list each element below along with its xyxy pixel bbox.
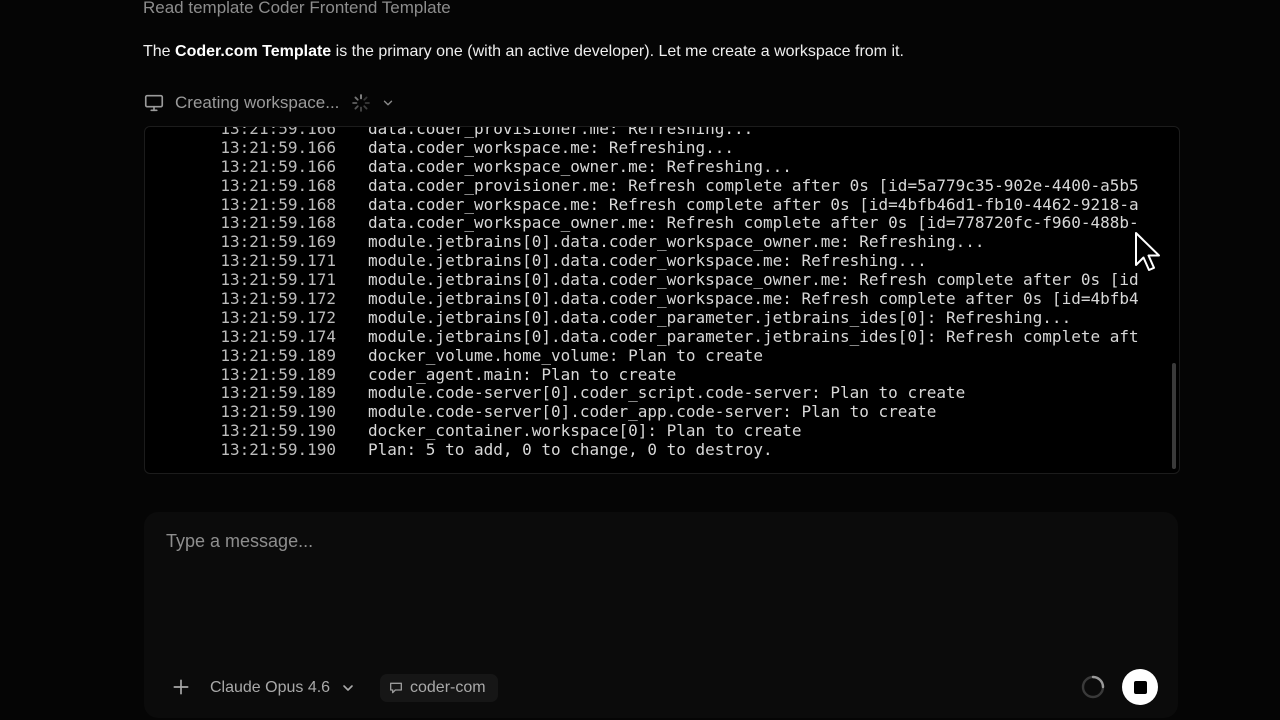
chat-page: Read template Coder Frontend Template Th…	[0, 0, 1280, 720]
log-text: module.code-server[0].coder_app.code-ser…	[368, 402, 937, 422]
log-timestamp: 13:21:59.189	[220, 364, 336, 384]
log-line: 13:21:59.168 data.coder_provisioner.me: R…	[145, 175, 1179, 196]
log-line: 13:21:59.169 module.jetbrains[0].data.cod…	[145, 232, 1179, 252]
log-line: 13:21:59.168 data.coder_workspace_owner.m…	[145, 214, 1179, 233]
log-timestamp: 13:21:59.171	[220, 251, 336, 271]
previous-step-text: Read template Coder Frontend Template	[143, 0, 451, 17]
log-line: 13:21:59.172 module.jetbrains[0].data.cod…	[145, 307, 1179, 328]
log-text: data.coder_workspace.me: Refresh complet…	[368, 194, 1139, 214]
log-timestamp: 13:21:59.174	[220, 326, 336, 346]
repo-label: coder-com	[410, 679, 486, 696]
log-timestamp: 13:21:59.189	[220, 383, 336, 403]
log-text: data.coder_workspace.me: Refreshing...	[368, 137, 735, 157]
log-text: module.jetbrains[0].data.coder_workspace…	[368, 289, 1139, 309]
log-timestamp: 13:21:59.168	[220, 194, 336, 214]
log-scrollbar[interactable]	[1172, 363, 1176, 469]
status-label: Creating workspace...	[175, 93, 340, 112]
log-timestamp: 13:21:59.166	[220, 126, 336, 138]
log-timestamp: 13:21:59.172	[220, 307, 336, 327]
log-line: 13:21:59.189 coder_agent.main: Plan to cr…	[145, 364, 1179, 385]
monitor-icon	[143, 92, 165, 114]
log-text: data.coder_provisioner.me: Refresh compl…	[368, 175, 1139, 195]
log-timestamp: 13:21:59.168	[220, 213, 336, 233]
log-timestamp: 13:21:59.190	[220, 421, 336, 441]
log-timestamp: 13:21:59.166	[220, 156, 336, 176]
stop-icon	[1133, 680, 1147, 694]
loading-ring-icon	[1081, 675, 1105, 699]
log-line: 13:21:59.171 module.jetbrains[0].data.cod…	[145, 270, 1179, 290]
chat-bubble-icon	[388, 680, 404, 696]
log-text: module.jetbrains[0].data.coder_parameter…	[368, 326, 1139, 346]
log-line: 13:21:59.190 Plan: 5 to add, 0 to change,…	[145, 440, 1179, 460]
assistant-message: The Coder.com Template is the primary on…	[143, 43, 904, 61]
log-line: 13:21:59.189 module.code-server[0].coder_…	[145, 384, 1179, 403]
log-text: module.jetbrains[0].data.coder_workspace…	[368, 251, 927, 271]
message-input[interactable]	[164, 530, 1158, 553]
log-timestamp: 13:21:59.168	[220, 175, 336, 195]
spinner-icon	[351, 93, 371, 113]
log-timestamp: 13:21:59.166	[220, 137, 336, 157]
log-text: docker_container.workspace[0]: Plan to c…	[368, 421, 802, 441]
mouse-pointer-icon	[1135, 232, 1160, 271]
model-selector[interactable]: Claude Opus 4.6	[210, 676, 356, 700]
log-line: 13:21:59.189 docker_volume.home_volume: P…	[145, 345, 1179, 366]
log-text: data.coder_provisioner.me: Refreshing...	[368, 126, 754, 138]
plus-icon[interactable]	[170, 676, 192, 698]
build-log-lines: 13:21:59.166 data.coder_provisioner.me: R…	[145, 126, 1179, 460]
log-timestamp: 13:21:59.172	[220, 289, 336, 309]
message-suffix: is the primary one (with an active devel…	[331, 43, 904, 60]
log-text: coder_agent.main: Plan to create	[368, 364, 677, 384]
log-timestamp: 13:21:59.169	[220, 232, 336, 252]
log-text: module.jetbrains[0].data.coder_workspace…	[368, 270, 1139, 290]
log-line: 13:21:59.171 module.jetbrains[0].data.cod…	[145, 251, 1179, 271]
log-text: module.jetbrains[0].data.coder_parameter…	[368, 307, 1072, 327]
log-text: data.coder_workspace_owner.me: Refresh c…	[368, 213, 1139, 233]
log-line: 13:21:59.166 data.coder_workspace_owner.m…	[145, 156, 1179, 177]
build-log-panel[interactable]: 13:21:59.166 data.coder_provisioner.me: R…	[144, 126, 1180, 474]
log-line: 13:21:59.172 module.jetbrains[0].data.cod…	[145, 289, 1179, 309]
chevron-down-icon	[340, 680, 356, 696]
log-timestamp: 13:21:59.171	[220, 270, 336, 290]
log-text: Plan: 5 to add, 0 to change, 0 to destro…	[368, 440, 773, 460]
log-text: module.code-server[0].coder_script.code-…	[368, 383, 966, 403]
message-prefix: The	[143, 43, 176, 60]
log-line: 13:21:59.190 module.code-server[0].coder_…	[145, 402, 1179, 422]
message-template-name: Coder.com Template	[175, 43, 332, 60]
creating-workspace-toggle[interactable]: Creating workspace...	[143, 90, 395, 116]
message-composer: Claude Opus 4.6 coder-com	[144, 512, 1178, 718]
log-line: 13:21:59.168 data.coder_workspace.me: Ref…	[145, 194, 1179, 215]
log-timestamp: 13:21:59.190	[220, 402, 336, 422]
log-line: 13:21:59.190 docker_container.workspace[0…	[145, 421, 1179, 441]
model-label: Claude Opus 4.6	[210, 679, 331, 696]
log-text: docker_volume.home_volume: Plan to creat…	[368, 345, 763, 365]
chevron-down-icon	[381, 96, 395, 110]
repo-chip[interactable]: coder-com	[380, 674, 498, 702]
log-timestamp: 13:21:59.189	[220, 345, 336, 365]
log-line: 13:21:59.166 data.coder_workspace.me: Ref…	[145, 137, 1179, 158]
log-timestamp: 13:21:59.190	[220, 440, 336, 460]
log-text: data.coder_workspace_owner.me: Refreshin…	[368, 156, 792, 176]
log-text: module.jetbrains[0].data.coder_workspace…	[368, 232, 985, 252]
log-line: 13:21:59.174 module.jetbrains[0].data.cod…	[145, 326, 1179, 347]
log-line: 13:21:59.166 data.coder_provisioner.me: R…	[145, 126, 1179, 139]
stop-button[interactable]	[1122, 669, 1158, 705]
